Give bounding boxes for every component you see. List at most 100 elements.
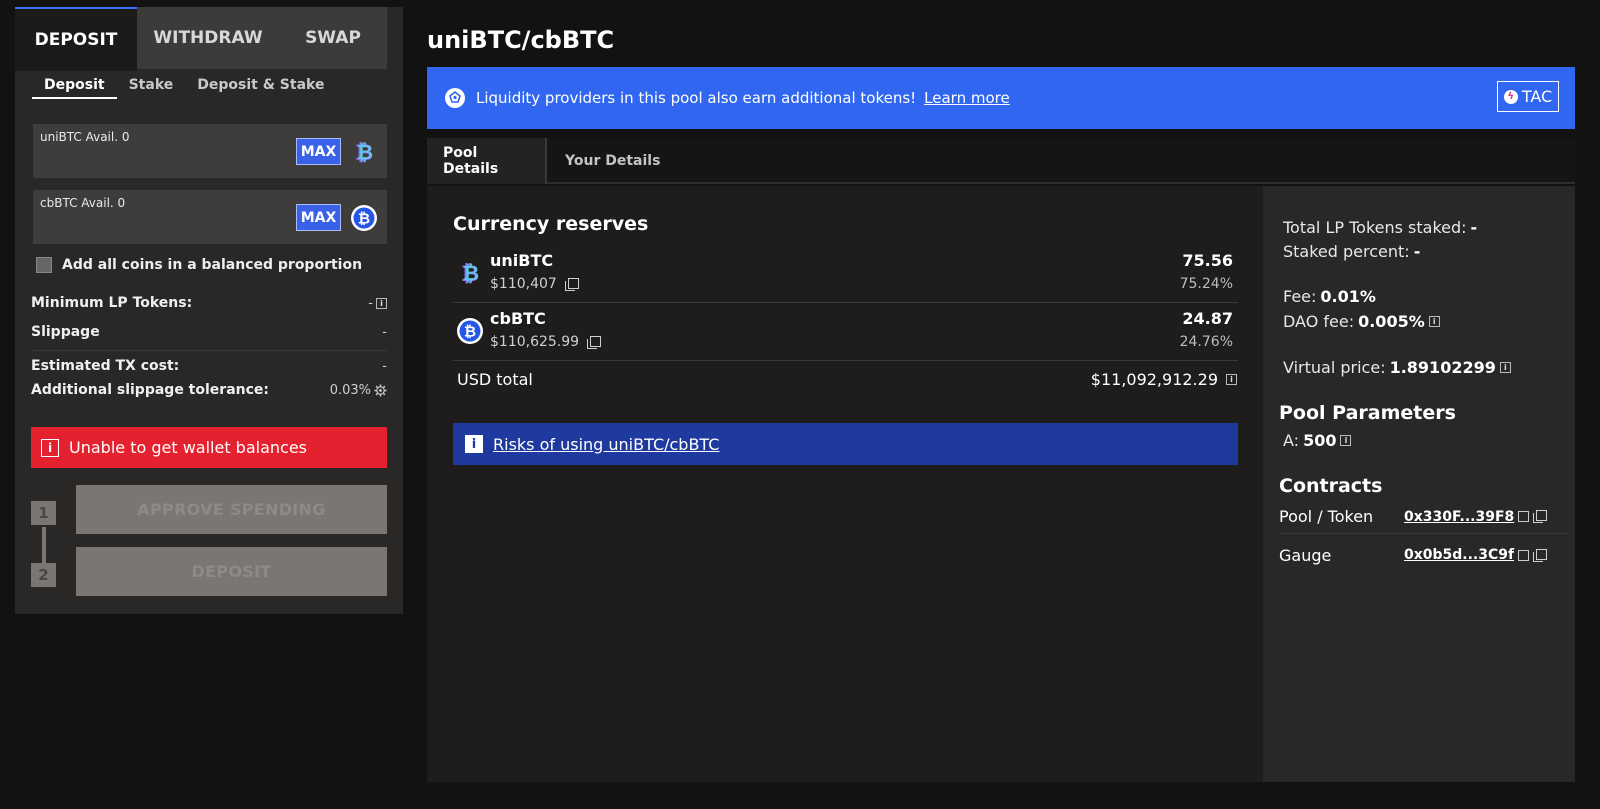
dao-fee-label: DAO fee:	[1283, 312, 1355, 331]
staked-percent-value: -	[1413, 242, 1421, 261]
main-tabs: DEPOSIT WITHDRAW SWAP	[15, 7, 387, 71]
fee-line: Fee: 0.01%	[1283, 287, 1376, 306]
info-icon[interactable]: i	[1428, 316, 1440, 327]
reserve-percent: 75.24%	[1179, 276, 1233, 292]
deposit-button[interactable]: DEPOSIT	[76, 547, 387, 596]
reserve-row-unibtc: ₿ ₿ uniBTC $110,407 75.56 75.24%	[453, 245, 1238, 303]
svg-text:₿: ₿	[357, 140, 373, 164]
a-param-line: A: 500 i	[1283, 431, 1352, 450]
unibtc-avail-label: uniBTC Avail. 0	[40, 130, 130, 144]
cbbtc-amount-input[interactable]	[39, 214, 293, 240]
error-message: Unable to get wallet balances	[69, 438, 308, 457]
svg-text:₿: ₿	[464, 323, 476, 341]
slippage-label: Slippage	[31, 324, 100, 340]
staked-percent-line: Staked percent: -	[1283, 242, 1420, 261]
dao-fee-value: 0.005%	[1358, 312, 1425, 331]
svg-text:₿: ₿	[463, 261, 479, 285]
cbbtc-icon: ₿	[351, 205, 377, 231]
contract-address-link[interactable]: 0x330F...39F8	[1404, 509, 1514, 525]
copy-icon[interactable]	[587, 335, 602, 349]
usd-total-row: USD total $11,092,912.29 i	[457, 370, 1237, 389]
tab-your-details[interactable]: Your Details	[549, 138, 676, 184]
info-icon[interactable]: i	[376, 297, 387, 309]
subtab-stake[interactable]: Stake	[117, 77, 186, 99]
unibtc-input-box: uniBTC Avail. 0 MAX ₿ ₿	[33, 124, 387, 178]
slippage-row: Slippage -	[31, 324, 387, 340]
deposit-panel: DEPOSIT WITHDRAW SWAP Deposit Stake Depo…	[15, 7, 403, 614]
virtual-price-value: 1.89102299	[1389, 358, 1496, 377]
balanced-proportion-row[interactable]: Add all coins in a balanced proportion	[36, 257, 362, 273]
lp-staked-line: Total LP Tokens staked: -	[1283, 218, 1477, 237]
step-connector	[42, 527, 46, 565]
sub-tabs: Deposit Stake Deposit & Stake	[32, 77, 336, 99]
balanced-checkbox[interactable]	[36, 257, 52, 273]
risks-bar: i Risks of using uniBTC/cbBTC	[453, 423, 1238, 465]
svg-text:₿: ₿	[358, 210, 370, 228]
contracts-title: Contracts	[1279, 475, 1383, 497]
divider	[31, 350, 387, 351]
details-tabs: Pool Details Your Details	[427, 138, 1575, 184]
add-slippage-row: Additional slippage tolerance: 0.03%	[31, 382, 387, 398]
min-lp-value: -	[368, 295, 373, 311]
add-slippage-label: Additional slippage tolerance:	[31, 382, 269, 398]
cbbtc-input-box: cbBTC Avail. 0 MAX ₿	[33, 190, 387, 244]
reserve-row-cbbtc: ₿ cbBTC $110,625.99 24.87 24.76%	[453, 303, 1238, 361]
dao-fee-line: DAO fee: 0.005% i	[1283, 312, 1440, 331]
banner-text: Liquidity providers in this pool also ea…	[476, 89, 917, 107]
learn-more-link[interactable]: Learn more	[924, 89, 1010, 107]
cbbtc-max-button[interactable]: MAX	[296, 204, 341, 231]
staked-percent-label: Staked percent:	[1283, 242, 1410, 261]
fee-label: Fee:	[1283, 287, 1317, 306]
reserve-price: $110,625.99	[490, 334, 580, 350]
contract-label: Pool / Token	[1279, 507, 1374, 526]
unibtc-max-button[interactable]: MAX	[296, 138, 341, 165]
info-icon: i	[465, 435, 483, 453]
contract-label: Gauge	[1279, 545, 1332, 565]
alert-icon: i	[41, 438, 59, 457]
info-icon[interactable]: i	[1340, 435, 1352, 446]
tab-swap[interactable]: SWAP	[279, 7, 387, 69]
unibtc-icon: ₿ ₿	[461, 261, 479, 287]
min-lp-row: Minimum LP Tokens: -i	[31, 295, 387, 311]
tab-deposit[interactable]: DEPOSIT	[15, 7, 137, 71]
step-2-badge: 2	[31, 563, 56, 587]
cbbtc-avail-label: cbBTC Avail. 0	[40, 196, 126, 210]
subtab-deposit-stake[interactable]: Deposit & Stake	[185, 77, 336, 99]
external-link-icon[interactable]	[1518, 549, 1530, 561]
reserve-percent: 24.76%	[1179, 334, 1233, 350]
tab-withdraw[interactable]: WITHDRAW	[137, 7, 279, 69]
cbbtc-icon: ₿	[457, 318, 483, 344]
info-icon[interactable]: i	[1226, 374, 1237, 385]
tab-pool-details[interactable]: Pool Details	[427, 138, 547, 184]
tx-cost-value: -	[382, 358, 387, 374]
risks-link[interactable]: Risks of using uniBTC/cbBTC	[493, 435, 719, 454]
external-link-icon[interactable]	[1518, 511, 1530, 522]
virtual-price-line: Virtual price: 1.89102299 i	[1283, 358, 1511, 377]
tac-logo-icon: ϟ	[1503, 89, 1518, 104]
rewards-banner: Liquidity providers in this pool also ea…	[427, 67, 1575, 129]
contract-address-link[interactable]: 0x0b5d...3C9f	[1404, 547, 1514, 563]
pool-params-title: Pool Parameters	[1279, 402, 1456, 424]
lp-staked-value: -	[1470, 218, 1478, 237]
add-slippage-value: 0.03%	[329, 382, 371, 398]
copy-icon[interactable]	[1533, 510, 1547, 523]
reserve-amount: 75.56	[1182, 251, 1233, 270]
unibtc-icon: ₿ ₿	[355, 140, 373, 166]
tac-badge[interactable]: ϟ TAC	[1497, 81, 1559, 112]
reserve-amount: 24.87	[1182, 309, 1233, 328]
reserve-name: cbBTC	[490, 309, 546, 328]
lp-staked-label: Total LP Tokens staked:	[1283, 218, 1467, 237]
tx-cost-label: Estimated TX cost:	[31, 358, 180, 374]
copy-icon[interactable]	[564, 277, 579, 291]
info-icon[interactable]: i	[1499, 362, 1511, 373]
subtab-deposit[interactable]: Deposit	[32, 77, 117, 99]
tac-label: TAC	[1521, 87, 1553, 106]
copy-icon[interactable]	[1533, 548, 1547, 562]
approve-spending-button[interactable]: APPROVE SPENDING	[76, 485, 387, 534]
badge-icon	[445, 88, 465, 108]
gear-icon[interactable]	[374, 383, 387, 397]
unibtc-amount-input[interactable]	[39, 148, 293, 174]
min-lp-label: Minimum LP Tokens:	[31, 295, 193, 311]
reserves-title: Currency reserves	[453, 213, 649, 235]
contract-row-gauge: Gauge 0x0b5d...3C9f	[1279, 538, 1569, 572]
